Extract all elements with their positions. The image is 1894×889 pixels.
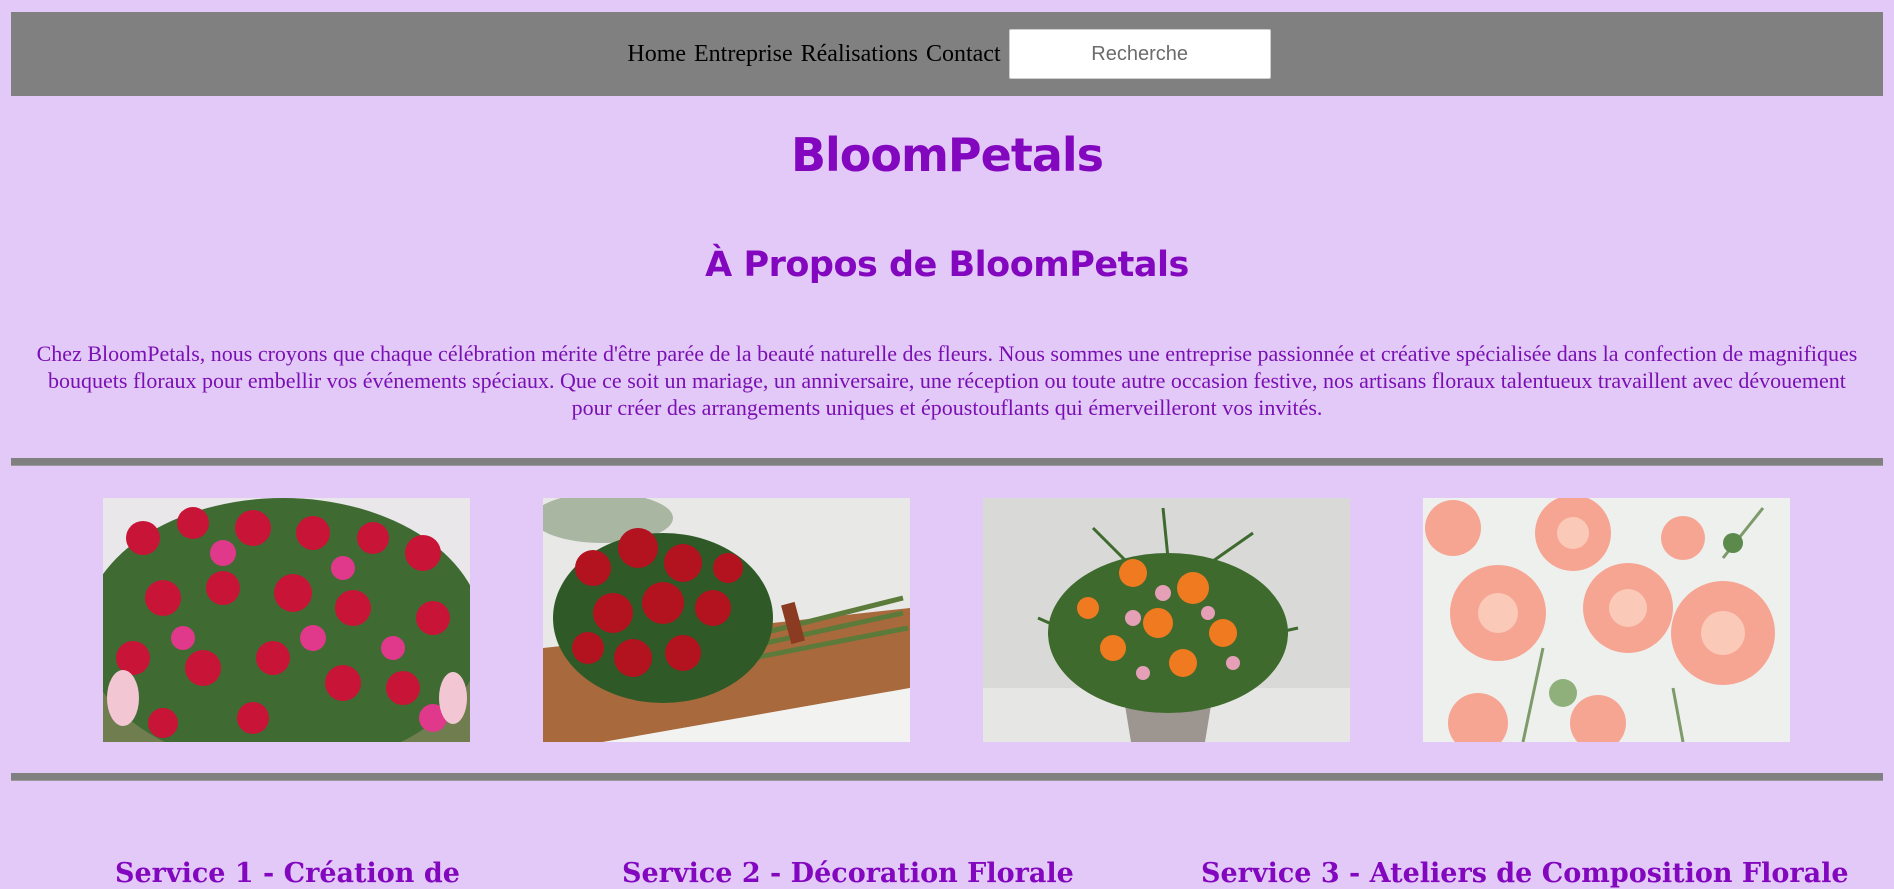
nav-link-home[interactable]: Home [627, 41, 686, 68]
rose-bouquet-image [103, 498, 470, 742]
nav-link-realisations[interactable]: Réalisations [801, 41, 918, 68]
nav-links: Home Entreprise Réalisations Contact [623, 41, 1004, 68]
about-text: Chez BloomPetals, nous croyons que chaqu… [36, 341, 1858, 420]
service-3-title: Service 3 - Ateliers de Composition Flor… [1201, 858, 1849, 889]
about-title: À Propos de BloomPetals [705, 245, 1189, 285]
nav-link-contact[interactable]: Contact [926, 41, 1001, 68]
red-roses-bouquet-image [543, 498, 910, 742]
orange-bouquet-image [983, 498, 1350, 742]
service-1-title: Service 1 - Création de [115, 858, 460, 889]
nav-link-entreprise[interactable]: Entreprise [694, 41, 793, 68]
service-2-title: Service 2 - Décoration Florale [622, 858, 1074, 889]
navbar: Home Entreprise Réalisations Contact [11, 12, 1883, 96]
site-title: BloomPetals [790, 128, 1104, 182]
search-input[interactable] [1008, 29, 1271, 79]
divider-top [11, 458, 1883, 466]
pink-dahlias-image [1423, 498, 1790, 742]
divider-bottom [11, 773, 1883, 781]
